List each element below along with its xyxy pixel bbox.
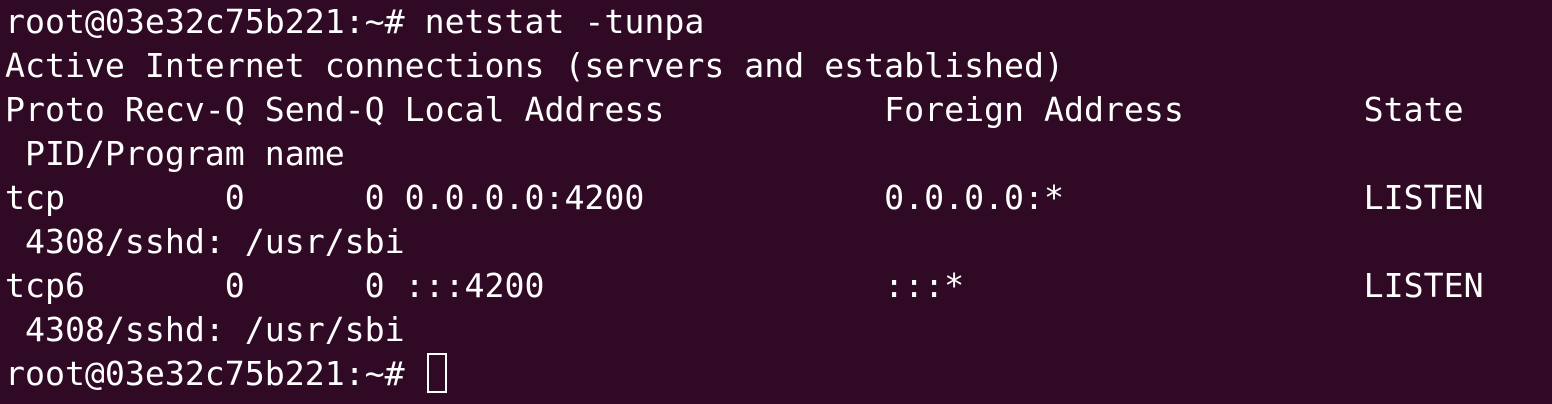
connection-row-wrap: 4308/sshd: /usr/sbi: [5, 310, 405, 349]
command-line: root@03e32c75b221:~# netstat -tunpa: [5, 2, 705, 41]
text-cursor: [426, 353, 447, 393]
output-header: Active Internet connections (servers and…: [5, 46, 1064, 85]
prompt-line[interactable]: root@03e32c75b221:~#: [5, 352, 1552, 396]
shell-prompt: root@03e32c75b221:~#: [5, 354, 425, 393]
column-headers-wrap: PID/Program name: [5, 134, 345, 173]
connection-row: tcp 0 0 0.0.0.0:4200 0.0.0.0:* LISTEN: [5, 178, 1552, 217]
connection-row-wrap: 4308/sshd: /usr/sbi: [5, 222, 405, 261]
column-headers: Proto Recv-Q Send-Q Local Address Foreig…: [5, 90, 1552, 129]
connection-row: tcp6 0 0 :::4200 :::* LISTEN: [5, 266, 1552, 305]
terminal-window[interactable]: root@03e32c75b221:~# netstat -tunpa Acti…: [0, 0, 1552, 404]
